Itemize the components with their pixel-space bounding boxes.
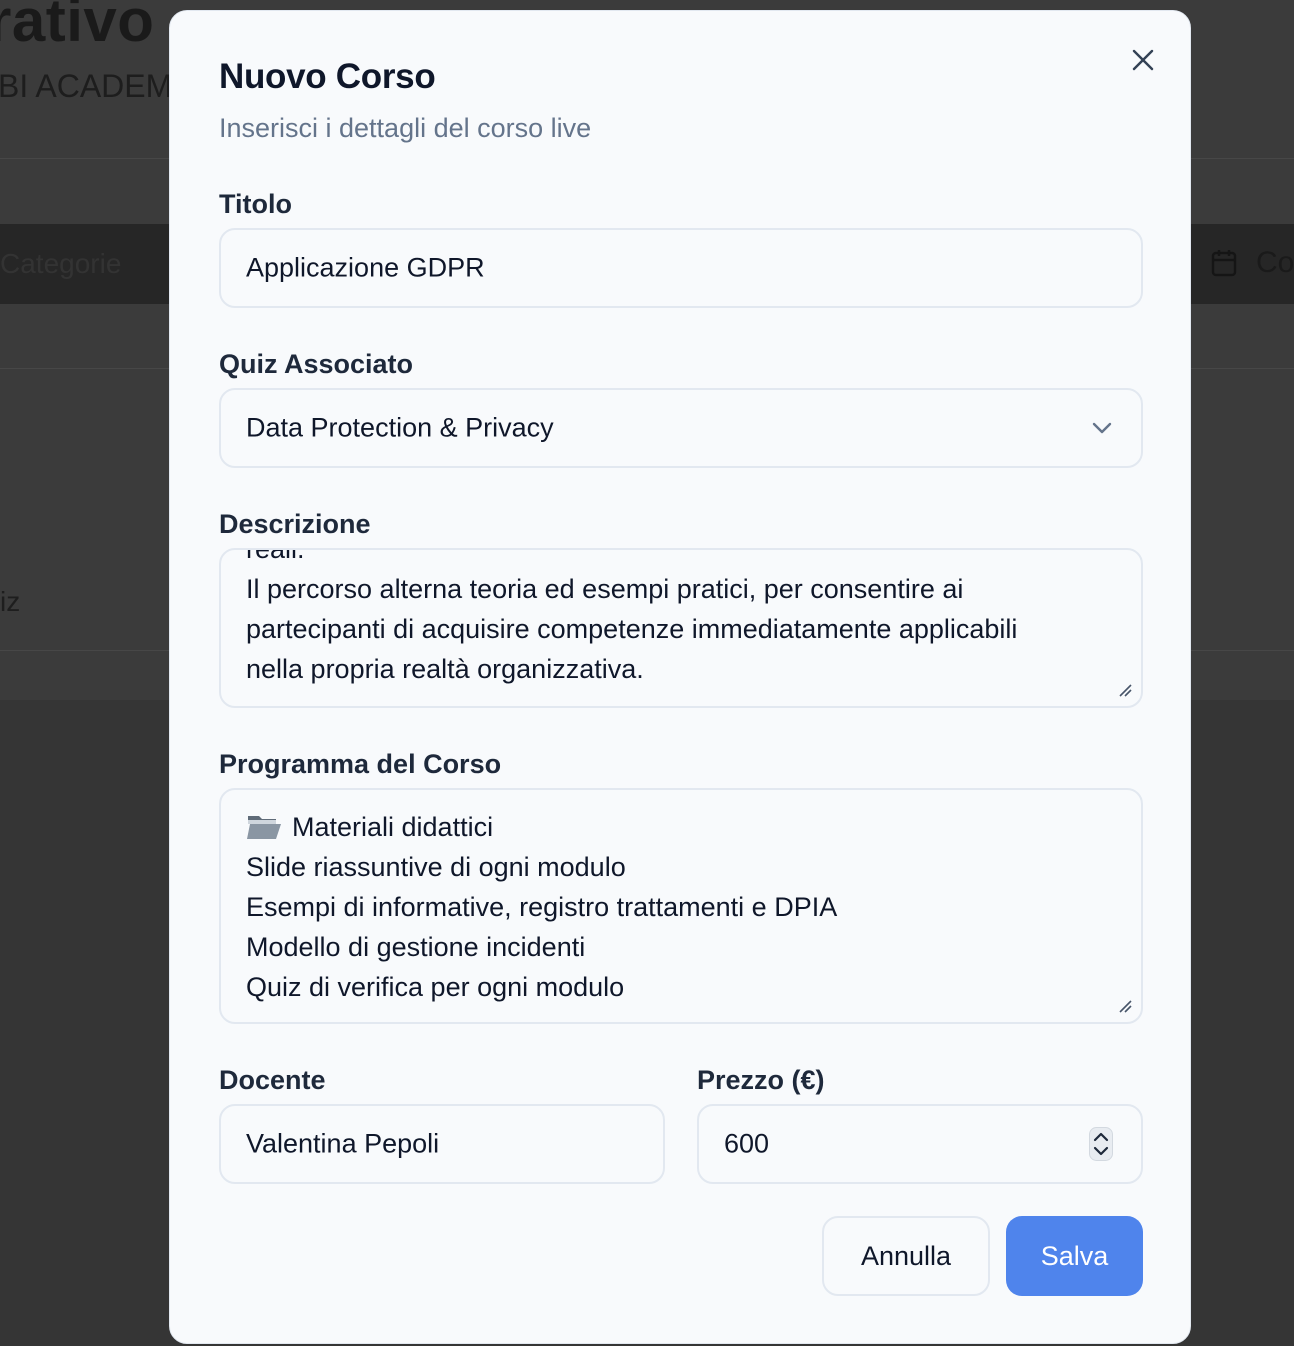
programma-textarea[interactable]: Materiali didattici Slide riassuntive di… [219,788,1143,1024]
descrizione-line: Il percorso alterna teoria ed esempi pra… [246,574,964,604]
titolo-value: Applicazione GDPR [246,252,485,283]
close-button[interactable] [1128,45,1158,75]
bg-tab-categorie: Categorie [0,248,121,280]
prezzo-number-input[interactable]: 600 [697,1104,1143,1184]
quiz-select[interactable]: Data Protection & Privacy [219,388,1143,468]
bg-tab-corsi: Co [1256,246,1294,279]
bg-side-text: iz [0,586,21,617]
chevron-down-icon [1092,422,1112,434]
save-button[interactable]: Salva [1006,1216,1143,1296]
prezzo-value: 600 [724,1128,770,1159]
number-stepper-icon[interactable] [1089,1127,1113,1161]
programma-line: Quiz di verifica per ogni modulo [246,972,625,1002]
programma-label: Programma del Corso [219,749,502,779]
programma-line-text: Materiali didattici [292,812,494,842]
resize-handle-icon[interactable] [1117,998,1133,1014]
save-button-label: Salva [1040,1240,1109,1271]
open-folder-icon [247,816,281,839]
prezzo-label: Prezzo (€) [697,1065,825,1095]
descrizione-label: Descrizione [219,509,371,539]
programma-text: Materiali didattici Slide riassuntive di… [246,807,1116,1007]
descrizione-textarea[interactable]: reali. Il percorso alterna teoria ed ese… [219,548,1143,708]
quiz-selected-value: Data Protection & Privacy [246,412,554,443]
docente-label: Docente [219,1065,326,1095]
programma-line: Materiali didattici [246,807,1116,847]
descrizione-line: partecipanti di acquisire competenze imm… [246,614,1018,644]
cancel-button-label: Annulla [860,1240,952,1271]
docente-input[interactable]: Valentina Pepoli [219,1104,665,1184]
programma-line: Esempi di informative, registro trattame… [246,892,838,922]
titolo-label: Titolo [219,189,292,219]
dialog-subtitle: Inserisci i dettagli del corso live [219,113,592,143]
bg-page-subtitle: BI ACADEM [0,68,173,104]
cancel-button[interactable]: Annulla [822,1216,990,1296]
close-icon [1132,49,1154,71]
new-course-dialog: Nuovo Corso Inserisci i dettagli del cor… [169,10,1191,1344]
titolo-input[interactable]: Applicazione GDPR [219,228,1143,308]
docente-value: Valentina Pepoli [246,1128,440,1159]
calendar-icon [1211,250,1237,277]
descrizione-line: reali. [246,548,305,564]
programma-line: Modello di gestione incidenti [246,932,586,962]
resize-handle-icon[interactable] [1117,682,1133,698]
programma-line: Slide riassuntive di ogni modulo [246,852,626,882]
dialog-title: Nuovo Corso [219,57,436,96]
bg-tab-label: Categorie [0,248,122,279]
bg-page-title: rativo [0,0,155,54]
quiz-label: Quiz Associato [219,349,414,379]
descrizione-text: reali. Il percorso alterna teoria ed ese… [246,548,1116,689]
descrizione-line: nella propria realtà organizzativa. [246,654,644,684]
